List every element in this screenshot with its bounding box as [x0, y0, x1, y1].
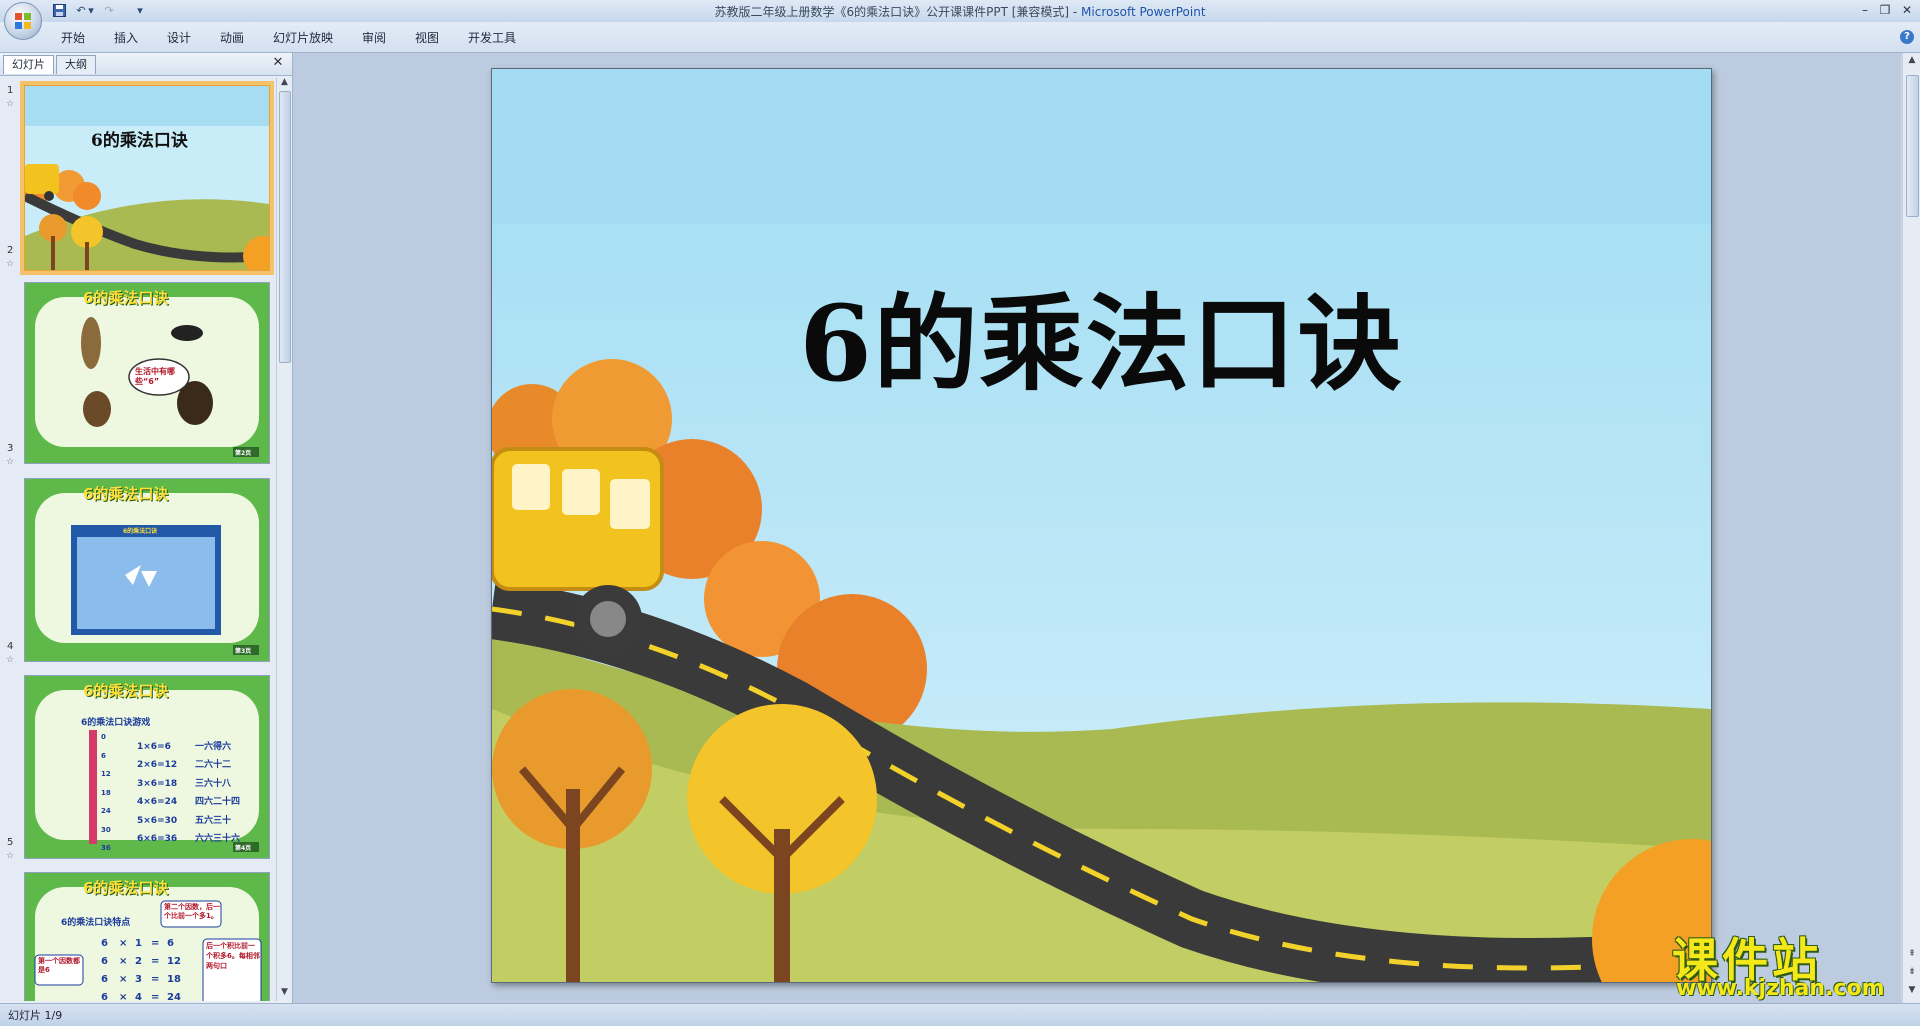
note-right: 后一个积比前一个积多6。每相邻两句口	[206, 942, 260, 970]
thumbnail-number: 5	[7, 837, 14, 848]
thumbnail-title: 6的乘法口诀	[83, 879, 169, 897]
animation-star-icon: ☆	[6, 457, 15, 467]
thumbnail-title: 6的乘法口诀	[91, 131, 188, 151]
slide-title[interactable]: 6的乘法口诀	[492, 259, 1711, 410]
office-logo-icon	[15, 13, 31, 29]
note-left: 第一个因数都是6	[38, 957, 80, 974]
thumbnail-number: 2	[7, 245, 14, 256]
thumbnail-footer: 第2页	[235, 450, 252, 457]
main-slide[interactable]: 6的乘法口诀	[491, 68, 1712, 983]
thumbnail-slide-1[interactable]: 6的乘法口诀	[20, 81, 274, 275]
scroll-down-icon[interactable]: ▼	[277, 987, 292, 997]
next-slide-icon[interactable]: ⇟	[1903, 967, 1920, 977]
thumbnail-3-image	[25, 479, 269, 661]
thumbnail-list: 1 ☆ 6的乘法口诀 2 ☆ 6的乘法口诀 生活中有哪些“6” 第2页 3 ☆ …	[0, 77, 276, 1001]
thumbnail-1-image	[25, 86, 269, 270]
slide-position-status: 幻灯片 1/9	[8, 1009, 63, 1022]
thumbnail-slide-3[interactable]: 6的乘法口诀 6的乘法口诀 第3页	[24, 478, 270, 662]
thumbnail-number: 1	[7, 85, 14, 96]
thumbnail-footer: 第3页	[235, 648, 252, 655]
close-icon[interactable]: ✕	[1896, 1, 1918, 19]
tab-insert[interactable]: 插入	[114, 29, 138, 47]
rhyme-column: 一六得六 二六十二 三六十八 四六二十四 五六三十 六六三十六	[195, 742, 241, 845]
animation-star-icon: ☆	[6, 259, 15, 269]
ruler-labels: 0 6 12 18 24 30 36	[101, 733, 111, 852]
scroll-up-icon[interactable]: ▲	[1903, 55, 1920, 65]
restore-icon[interactable]: ❐	[1874, 1, 1896, 19]
tab-outline[interactable]: 大纲	[56, 55, 96, 74]
scroll-thumb[interactable]	[279, 91, 291, 363]
office-button[interactable]	[4, 2, 42, 40]
thumbnail-inner-title: 6的乘法口诀	[123, 528, 158, 535]
thumbnail-number: 3	[7, 443, 14, 454]
thumbnail-subtitle: 6的乘法口诀特点	[61, 918, 131, 928]
tab-review[interactable]: 审阅	[362, 29, 386, 47]
tab-design[interactable]: 设计	[167, 29, 191, 47]
thumbnail-footer: 第4页	[235, 845, 252, 852]
note-top: 第二个因数，后一个比前一个多1。	[164, 903, 220, 920]
thumbnail-number: 4	[7, 641, 14, 652]
animation-star-icon: ☆	[6, 99, 15, 109]
slide-scrollbar[interactable]: ▲ ⇞ ⇟ ▼	[1902, 53, 1920, 1003]
scroll-up-icon[interactable]: ▲	[277, 77, 292, 87]
tab-slideshow[interactable]: 幻灯片放映	[273, 29, 333, 47]
tab-slides[interactable]: 幻灯片	[3, 55, 54, 74]
thumbnail-slide-2[interactable]: 6的乘法口诀 生活中有哪些“6” 第2页	[24, 282, 270, 464]
slide-background-image	[492, 69, 1711, 982]
thumbnail-callout: 生活中有哪些“6”	[135, 367, 175, 386]
thumbnail-subtitle: 6的乘法口诀游戏	[81, 718, 151, 728]
factor-table: 6 × 1 = 6 6 × 2 = 12 6 × 3 = 18 6 × 4 = 24	[101, 938, 181, 1001]
thumbnail-slide-4[interactable]: 6的乘法口诀 6的乘法口诀游戏 0 6 12 18 24 30 36 1×6=6 2×6=12…	[24, 675, 270, 859]
animation-star-icon: ☆	[6, 851, 15, 861]
thumbnail-slide-5[interactable]: 6的乘法口诀 6的乘法口诀特点 第二个因数，后一个比前一个多1。 第一个因数都是…	[24, 872, 270, 1001]
thumbnail-title: 6的乘法口诀	[83, 485, 169, 503]
help-icon[interactable]: ?	[1900, 30, 1914, 44]
tab-animations[interactable]: 动画	[220, 29, 244, 47]
pane-close-icon[interactable]: ✕	[271, 56, 285, 70]
thumbnail-title: 6的乘法口诀	[83, 289, 169, 307]
scroll-thumb[interactable]	[1906, 75, 1919, 217]
animation-star-icon: ☆	[6, 655, 15, 665]
minimize-icon[interactable]: –	[1854, 1, 1876, 19]
formula-column: 1×6=6 2×6=12 3×6=18 4×6=24 5×6=30 6×6=36	[137, 742, 178, 845]
prev-slide-icon[interactable]: ⇞	[1903, 949, 1920, 959]
watermark-url: www.kjzhan.com	[1676, 976, 1885, 1001]
thumbnail-scrollbar[interactable]: ▲ ▼	[276, 77, 292, 1001]
status-bar	[0, 1003, 1920, 1026]
tab-home[interactable]: 开始	[61, 29, 85, 47]
scroll-down-icon[interactable]: ▼	[1903, 985, 1920, 995]
tab-view[interactable]: 视图	[415, 29, 439, 47]
window-title: 苏教版二年级上册数学《6的乘法口诀》公开课课件PPT [兼容模式] - Micr…	[714, 5, 1206, 19]
thumbnail-title: 6的乘法口诀	[83, 682, 169, 700]
tab-developer[interactable]: 开发工具	[468, 29, 516, 47]
